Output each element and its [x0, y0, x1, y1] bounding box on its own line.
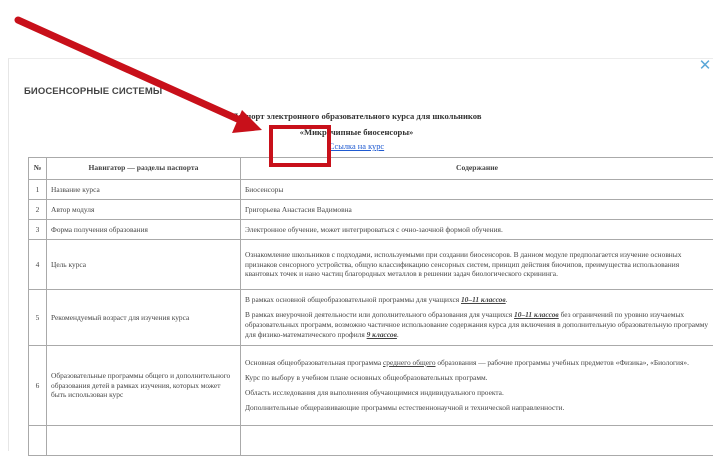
grade-emphasis: 9 классов: [367, 330, 397, 339]
course-link[interactable]: Ссылка на курс: [0, 142, 713, 151]
row-text: образования — рабочие программы учебных …: [436, 358, 689, 367]
annotation-highlight-box: [269, 125, 331, 167]
table-row: [29, 426, 713, 456]
column-header-section: Навигатор — разделы паспорта: [47, 158, 241, 180]
table-header-row: № Навигатор — разделы паспорта Содержани…: [29, 158, 713, 180]
row-section: Форма получения образования: [47, 220, 241, 240]
row-number: 3: [29, 220, 47, 240]
row-text: В рамках основной общеобразовательной пр…: [245, 295, 461, 304]
table-row: 4 Цель курса Ознакомление школьников с п…: [29, 240, 713, 290]
row-text: В рамках внеурочной деятельности или доп…: [245, 310, 514, 319]
document-heading: Паспорт электронного образовательного ку…: [0, 111, 713, 121]
underlined-text: среднего общего: [383, 358, 436, 367]
row-number: 2: [29, 200, 47, 220]
row-content: В рамках основной общеобразовательной пр…: [241, 290, 713, 346]
row-section: [47, 426, 241, 456]
row-section: Название курса: [47, 180, 241, 200]
row-text: Основная общеобразовательная программа: [245, 358, 383, 367]
row-content: Основная общеобразовательная программа с…: [241, 346, 713, 426]
row-text: Курс по выбору в учебном плане основных …: [245, 373, 709, 383]
row-content: Ознакомление школьников с подходами, исп…: [241, 240, 713, 290]
grade-emphasis: 10–11 классов: [461, 295, 506, 304]
table-row: 3 Форма получения образования Электронно…: [29, 220, 713, 240]
row-content: [241, 426, 713, 456]
row-section: Автор модуля: [47, 200, 241, 220]
table-row: 2 Автор модуля Григорьева Анастасия Вади…: [29, 200, 713, 220]
table-row: 1 Название курса Биосенсоры: [29, 180, 713, 200]
row-section: Цель курса: [47, 240, 241, 290]
row-number: [29, 426, 47, 456]
table-row: 6 Образовательные программы общего и доп…: [29, 346, 713, 426]
column-header-number: №: [29, 158, 47, 180]
modal-title: БИОСЕНСОРНЫЕ СИСТЕМЫ: [24, 86, 162, 97]
row-content: Григорьева Анастасия Вадимовна: [241, 200, 713, 220]
row-number: 1: [29, 180, 47, 200]
row-text: Область исследования для выполнения обуч…: [245, 388, 709, 398]
grade-emphasis: 10–11 классов: [514, 310, 559, 319]
row-section: Образовательные программы общего и допол…: [47, 346, 241, 426]
close-icon[interactable]: ✕: [697, 57, 713, 73]
row-number: 5: [29, 290, 47, 346]
table-row: 5 Рекомендуемый возраст для изучения кур…: [29, 290, 713, 346]
passport-table: № Навигатор — разделы паспорта Содержани…: [28, 157, 713, 456]
row-number: 6: [29, 346, 47, 426]
row-content: Биосенсоры: [241, 180, 713, 200]
document-subheading: «Микрочипные биосенсоры»: [0, 127, 713, 137]
row-text: Дополнительные общеразвивающие программы…: [245, 403, 709, 413]
row-number: 4: [29, 240, 47, 290]
row-content: Электронное обучение, может интегрироват…: [241, 220, 713, 240]
row-section: Рекомендуемый возраст для изучения курса: [47, 290, 241, 346]
